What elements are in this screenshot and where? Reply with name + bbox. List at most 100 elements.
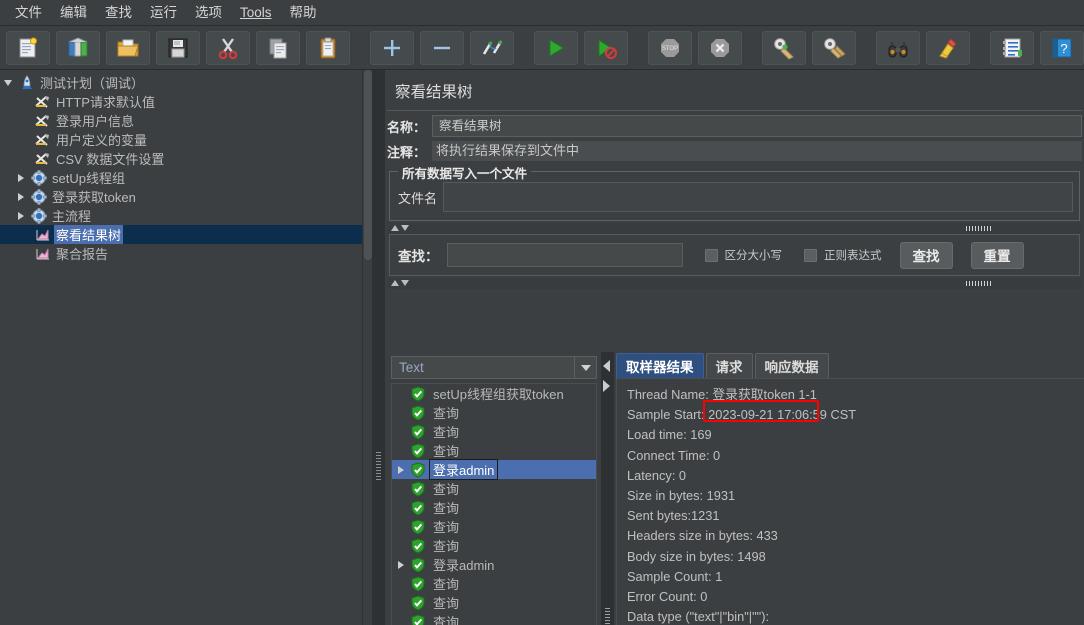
function-helper-button[interactable] [990, 30, 1034, 65]
expand-toggle-right-icon[interactable] [394, 462, 410, 478]
tree-item-login-get-token[interactable]: 登录获取token [0, 187, 372, 206]
comment-input[interactable]: 将执行结果保存到文件中 [432, 141, 1082, 161]
search-input[interactable] [446, 243, 683, 267]
expand-toggle-right-icon[interactable] [14, 208, 30, 224]
expand-toggle-right-icon[interactable] [14, 170, 30, 186]
renderer-select[interactable]: Text [391, 356, 597, 379]
new-test-plan-button[interactable] [6, 30, 50, 65]
reset-search-button[interactable] [926, 30, 970, 65]
list-item[interactable]: 查询 [392, 479, 596, 498]
checkbox-box-icon[interactable] [704, 248, 718, 262]
horizontal-splitter-top[interactable] [387, 223, 1082, 234]
menu-run[interactable]: 运行 [141, 3, 186, 23]
menu-help[interactable]: 帮助 [281, 3, 326, 23]
reset-button[interactable]: 重置 [970, 241, 1024, 269]
open-button[interactable] [106, 30, 150, 65]
function-helper-icon [1000, 36, 1024, 60]
list-item[interactable]: 查询 [392, 403, 596, 422]
tree-item-user-defined-variables[interactable]: 用户定义的变量 [0, 130, 372, 149]
thread-group-icon [30, 169, 48, 186]
checkbox-box-icon[interactable] [804, 248, 817, 262]
stop-button[interactable]: STOP [648, 30, 692, 65]
chevron-down-icon[interactable] [574, 357, 596, 378]
horizontal-splitter-bottom[interactable] [387, 278, 1082, 289]
test-plan-tree[interactable]: 测试计划（调试） HTTP请求默认值 登录用户信息 用户定义的变量 CSV 数据… [0, 70, 372, 625]
cut-button[interactable] [206, 30, 250, 65]
expand-button[interactable] [370, 30, 414, 65]
list-item[interactable]: 查询 [392, 517, 596, 536]
list-item[interactable]: 查询 [392, 536, 596, 555]
list-item[interactable]: 查询 [392, 422, 596, 441]
splitter-arrows[interactable] [391, 225, 409, 231]
expand-toggle-right-icon[interactable] [14, 189, 30, 205]
copy-button[interactable] [256, 30, 300, 65]
main-vertical-splitter[interactable] [372, 70, 385, 625]
list-item[interactable]: 查询 [392, 441, 596, 460]
list-item[interactable]: 查询 [392, 498, 596, 517]
list-item-selected[interactable]: 登录admin [392, 459, 596, 480]
start-no-timers-button[interactable] [584, 30, 628, 65]
case-sensitive-label: 区分大小写 [724, 250, 783, 262]
list-item[interactable]: 查询 [392, 574, 596, 593]
tab-response-data[interactable]: 响应数据 [754, 353, 829, 378]
menu-options[interactable]: 选项 [186, 3, 231, 23]
tab-request[interactable]: 请求 [705, 353, 753, 378]
toggle-enable-icon [480, 36, 504, 60]
save-button[interactable] [156, 30, 200, 65]
tree-item-login-user-info[interactable]: 登录用户信息 [0, 111, 372, 130]
clear-button[interactable] [762, 30, 806, 65]
tree-item-setup-thread-group[interactable]: setUp线程组 [0, 168, 372, 187]
tree-item-csv-data-set[interactable]: CSV 数据文件设置 [0, 149, 372, 168]
list-spacer [394, 595, 410, 611]
find-button[interactable]: 查找 [899, 241, 953, 269]
tree-item-test-plan[interactable]: 测试计划（调试） [0, 73, 372, 92]
splitter-grip[interactable] [966, 226, 992, 231]
open-folder-icon [116, 36, 140, 60]
menu-search[interactable]: 查找 [96, 3, 141, 23]
splitter-grip[interactable] [605, 607, 610, 625]
case-sensitive-checkbox[interactable]: 区分大小写 [704, 247, 783, 263]
list-item[interactable]: 登录admin [392, 555, 596, 574]
tree-item-aggregate-report[interactable]: 聚合报告 [0, 244, 372, 263]
templates-button[interactable] [56, 30, 100, 65]
expand-toggle-right-icon[interactable] [394, 557, 410, 573]
menu-edit-label: 编辑 [60, 4, 87, 20]
menu-file-label: 文件 [15, 4, 42, 20]
tree-item-view-results-tree[interactable]: 察看结果树 [0, 225, 372, 244]
sample-result-list[interactable]: setUp线程组获取token 查询 查询 查询 登录admin 查询 查询 查… [391, 383, 597, 625]
filename-input[interactable] [443, 182, 1073, 212]
collapse-left-arrow-icon[interactable] [603, 360, 610, 372]
collapse-button[interactable] [420, 30, 464, 65]
shutdown-button[interactable] [698, 30, 742, 65]
tree-scrollbar-thumb[interactable] [364, 70, 372, 260]
toggle-element-button[interactable] [470, 30, 514, 65]
list-item[interactable]: setUp线程组获取token [392, 384, 596, 403]
start-button[interactable] [534, 30, 578, 65]
splitter-grip[interactable] [966, 281, 992, 286]
success-shield-icon [410, 480, 426, 497]
menu-tools[interactable]: Tools [231, 3, 281, 23]
menu-file[interactable]: 文件 [6, 3, 51, 23]
collapse-right-arrow-icon[interactable] [603, 380, 610, 392]
tree-item-main-flow[interactable]: 主流程 [0, 206, 372, 225]
list-item[interactable]: 查询 [392, 612, 596, 625]
splitter-grip[interactable] [376, 450, 381, 480]
paste-button[interactable] [306, 30, 350, 65]
tree-item-http-defaults[interactable]: HTTP请求默认值 [0, 92, 372, 111]
splitter-arrows[interactable] [391, 280, 409, 286]
expand-toggle-down-icon[interactable] [2, 75, 18, 91]
tab-sampler-result[interactable]: 取样器结果 [616, 353, 704, 378]
regex-checkbox[interactable]: 正则表达式 [804, 247, 882, 263]
help-button[interactable]: ? [1040, 30, 1084, 65]
sampler-result-text[interactable]: Thread Name: 登录获取token 1-1 Sample Start:… [616, 378, 1084, 625]
name-input[interactable]: 察看结果树 [432, 115, 1082, 137]
tree-item-label: setUp线程组 [52, 171, 125, 186]
clear-all-button[interactable] [812, 30, 856, 65]
menu-edit[interactable]: 编辑 [51, 3, 96, 23]
tree-scrollbar[interactable] [362, 70, 372, 625]
list-item[interactable]: 查询 [392, 593, 596, 612]
results-splitter[interactable] [601, 352, 614, 625]
search-button[interactable] [876, 30, 920, 65]
